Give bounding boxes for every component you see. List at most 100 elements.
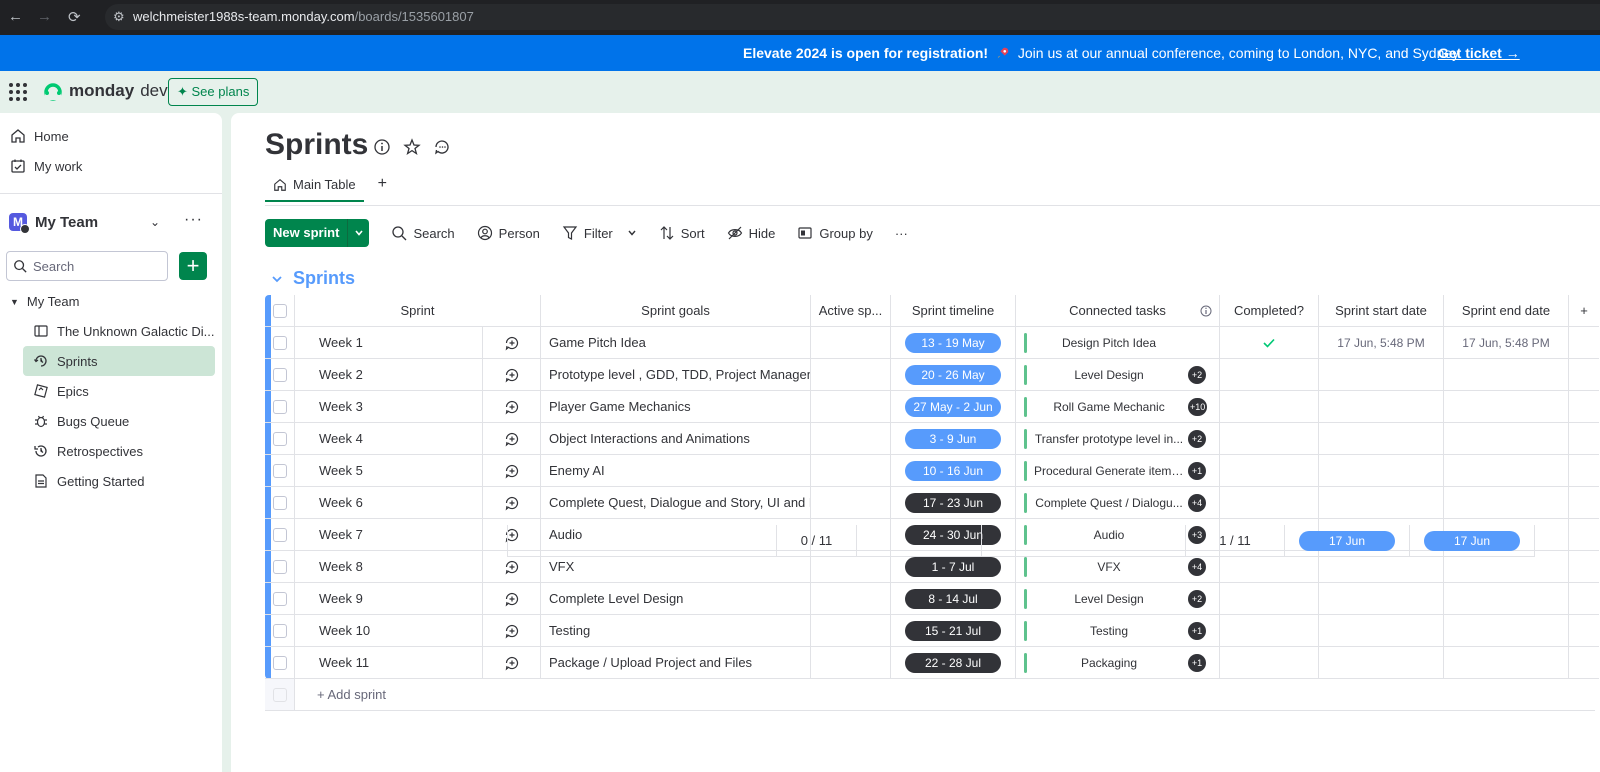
sidebar-search-input[interactable]: Search	[6, 251, 168, 281]
sprint-end-date[interactable]	[1444, 487, 1569, 519]
tab-main-table[interactable]: Main Table	[265, 173, 364, 202]
sprint-goal[interactable]: Complete Level Design	[541, 583, 811, 615]
sidebar-item-getting-started[interactable]: Getting Started	[23, 466, 215, 496]
sidebar-item-retrospectives[interactable]: Retrospectives	[23, 436, 215, 466]
person-filter-button[interactable]: Person	[477, 225, 540, 241]
add-item-button[interactable]: +	[179, 252, 207, 280]
active-sprint-cell[interactable]	[811, 647, 891, 679]
col-header-completed[interactable]: Completed?	[1220, 295, 1319, 327]
group-by-button[interactable]: Group by	[797, 225, 873, 241]
row-checkbox[interactable]	[265, 423, 295, 455]
col-header-connected[interactable]: Connected tasks	[1016, 295, 1220, 327]
chevron-down-icon[interactable]	[271, 273, 283, 285]
sprint-goal[interactable]: Game Pitch Idea	[541, 327, 811, 359]
col-header-sprint[interactable]: Sprint	[295, 295, 541, 327]
active-sprint-cell[interactable]	[811, 391, 891, 423]
select-all-checkbox[interactable]	[265, 295, 295, 327]
add-sprint-input[interactable]: + Add sprint	[295, 679, 1595, 711]
completed-cell[interactable]	[1220, 455, 1319, 487]
sprint-timeline[interactable]: 22 - 28 Jul	[891, 647, 1016, 679]
chevron-down-icon[interactable]: ⌄	[150, 215, 160, 229]
sprint-start-date[interactable]: 17 Jun, 5:48 PM	[1319, 327, 1444, 359]
sprint-name[interactable]: Week 6	[295, 487, 483, 519]
sprint-timeline[interactable]: 15 - 21 Jul	[891, 615, 1016, 647]
table-row[interactable]: Week 5 Enemy AI 10 - 16 Jun Procedural Gene…	[265, 455, 1599, 487]
table-row[interactable]: Week 11 Package / Upload Project and File…	[265, 647, 1599, 679]
sprint-name[interactable]: Week 2	[295, 359, 483, 391]
completed-cell[interactable]	[1220, 423, 1319, 455]
table-row[interactable]: Week 2 Prototype level , GDD, TDD, Projec…	[265, 359, 1599, 391]
sprint-name[interactable]: Week 1	[295, 327, 483, 359]
sprint-timeline[interactable]: 13 - 19 May	[891, 327, 1016, 359]
address-bar[interactable]: ⚙ welchmeister1988s-team.monday.com/boar…	[105, 4, 1600, 30]
get-ticket-link[interactable]: Get ticket →	[1438, 45, 1520, 61]
sprint-end-date[interactable]	[1444, 391, 1569, 423]
more-options-icon[interactable]: ···	[184, 211, 203, 229]
sprint-end-date[interactable]: 17 Jun, 5:48 PM	[1444, 327, 1569, 359]
table-row[interactable]: Week 9 Complete Level Design 8 - 14 Jul Lev…	[265, 583, 1599, 615]
add-column-button[interactable]: +	[1569, 295, 1599, 327]
col-header-active[interactable]: Active sp...	[811, 295, 891, 327]
sprint-end-date[interactable]	[1444, 615, 1569, 647]
sprint-name[interactable]: Week 7	[295, 519, 483, 551]
table-row[interactable]: Week 1 Game Pitch Idea 13 - 19 May Design P…	[265, 327, 1599, 359]
sprint-name[interactable]: Week 3	[295, 391, 483, 423]
row-checkbox[interactable]	[265, 391, 295, 423]
add-update-button[interactable]	[483, 359, 541, 391]
sprint-timeline[interactable]: 20 - 26 May	[891, 359, 1016, 391]
sprint-goal[interactable]: Complete Quest, Dialogue and Story, UI a…	[541, 487, 811, 519]
connected-tasks[interactable]: Roll Game Mechanic +10	[1016, 391, 1220, 423]
sprint-name[interactable]: Week 4	[295, 423, 483, 455]
completed-cell[interactable]	[1220, 327, 1319, 359]
chevron-down-icon[interactable]	[347, 219, 369, 247]
sprint-start-date[interactable]	[1319, 615, 1444, 647]
sprint-timeline[interactable]: 3 - 9 Jun	[891, 423, 1016, 455]
connected-tasks[interactable]: Procedural Generate item ... +1	[1016, 455, 1220, 487]
sidebar-item-sprints[interactable]: Sprints	[23, 346, 215, 376]
hide-button[interactable]: Hide	[727, 225, 775, 241]
col-header-goals[interactable]: Sprint goals	[541, 295, 811, 327]
completed-cell[interactable]	[1220, 647, 1319, 679]
sidebar-item-bugs-queue[interactable]: Bugs Queue	[23, 406, 215, 436]
connected-tasks[interactable]: Transfer prototype level in... +2	[1016, 423, 1220, 455]
completed-cell[interactable]	[1220, 391, 1319, 423]
col-header-end-date[interactable]: Sprint end date	[1444, 295, 1569, 327]
add-sprint-row[interactable]: + Add sprint	[265, 679, 1595, 711]
sprint-goal[interactable]: Object Interactions and Animations	[541, 423, 811, 455]
row-checkbox[interactable]	[265, 583, 295, 615]
workspace-header[interactable]: ▼ My Team	[10, 294, 79, 309]
row-checkbox[interactable]	[265, 519, 295, 551]
chevron-down-icon[interactable]	[627, 228, 637, 238]
add-update-button[interactable]	[483, 391, 541, 423]
active-sprint-cell[interactable]	[811, 327, 891, 359]
sprint-goal[interactable]: Testing	[541, 615, 811, 647]
sprint-name[interactable]: Week 8	[295, 551, 483, 583]
info-icon[interactable]	[1200, 305, 1212, 317]
completed-cell[interactable]	[1220, 487, 1319, 519]
sprint-start-date[interactable]	[1319, 359, 1444, 391]
col-header-start-date[interactable]: Sprint start date	[1319, 295, 1444, 327]
sprint-timeline[interactable]: 8 - 14 Jul	[891, 583, 1016, 615]
sprint-start-date[interactable]	[1319, 647, 1444, 679]
sprint-name[interactable]: Week 11	[295, 647, 483, 679]
sprint-start-date[interactable]	[1319, 391, 1444, 423]
add-update-button[interactable]	[483, 647, 541, 679]
sprint-goal[interactable]: Package / Upload Project and Files	[541, 647, 811, 679]
more-options-icon[interactable]: ···	[895, 226, 908, 241]
sprint-start-date[interactable]	[1319, 487, 1444, 519]
add-update-button[interactable]	[483, 615, 541, 647]
search-button[interactable]: Search	[391, 225, 455, 241]
connected-tasks[interactable]: Complete Quest / Dialogu... +4	[1016, 487, 1220, 519]
connected-tasks[interactable]: Level Design +2	[1016, 583, 1220, 615]
completed-cell[interactable]	[1220, 359, 1319, 391]
row-checkbox[interactable]	[265, 359, 295, 391]
info-icon[interactable]	[373, 138, 391, 156]
completed-cell[interactable]	[1220, 615, 1319, 647]
add-update-button[interactable]	[483, 327, 541, 359]
sprint-end-date[interactable]	[1444, 455, 1569, 487]
sprint-end-date[interactable]	[1444, 647, 1569, 679]
col-header-timeline[interactable]: Sprint timeline	[891, 295, 1016, 327]
add-update-button[interactable]	[483, 487, 541, 519]
sprint-timeline[interactable]: 27 May - 2 Jun	[891, 391, 1016, 423]
sprint-goal[interactable]: Player Game Mechanics	[541, 391, 811, 423]
